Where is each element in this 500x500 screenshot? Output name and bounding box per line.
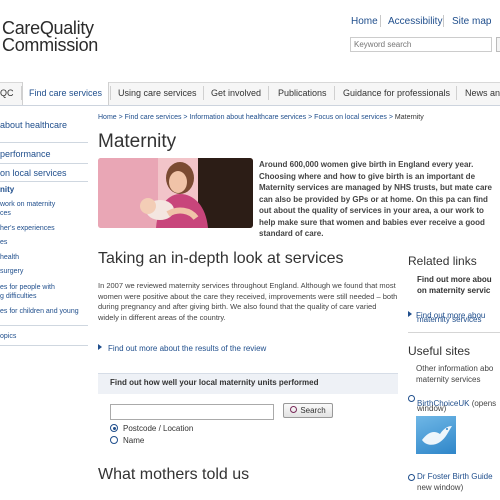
nav-item-publications[interactable]: Publications: [278, 82, 327, 104]
breadcrumb-find-care-services[interactable]: Find care services: [125, 114, 182, 121]
nav-divider: [334, 86, 335, 100]
maternity-units-search-input[interactable]: [110, 404, 274, 420]
mother-baby-photo: [98, 158, 253, 228]
sidebar-heading[interactable]: about healthcare: [0, 120, 67, 130]
sidebar-item-people-with[interactable]: es for people with: [0, 283, 55, 292]
search-button-label: Search: [300, 406, 326, 415]
external-link-icon: [408, 395, 415, 402]
bird-icon: [422, 426, 452, 445]
sidebar-divider: [0, 345, 88, 346]
external-link-icon: [408, 474, 415, 481]
accessibility-link[interactable]: Accessibility: [388, 16, 442, 27]
sidebar-item-services[interactable]: ces: [0, 209, 11, 218]
nav-item-get-involved[interactable]: Get involved: [211, 82, 261, 104]
utility-divider: [380, 15, 381, 27]
search-icon: [290, 406, 298, 413]
breadcrumb-focus-local-services[interactable]: Focus on local services: [314, 114, 387, 121]
home-link[interactable]: Home: [351, 16, 378, 27]
related-bold-line-2: on maternity servic: [417, 286, 491, 295]
breadcrumb: Home > Find care services > Information …: [98, 114, 424, 121]
radio-name[interactable]: [110, 436, 118, 444]
radio-selected-dot: [112, 426, 116, 430]
birthchoice-logo[interactable]: [416, 416, 456, 454]
arrow-right-icon: [98, 344, 102, 350]
nav-divider: [110, 86, 111, 100]
radio-postcode-label: Postcode / Location: [123, 424, 194, 433]
useful-text-line-2: maternity services: [416, 375, 481, 384]
related-links-heading: Related links: [408, 254, 477, 268]
useful-text-line-1: Other information abo: [416, 364, 494, 373]
sidebar-item-children-and-young[interactable]: es for children and young: [0, 307, 79, 316]
birthchoiceuk-line-2: window): [417, 404, 447, 413]
useful-sites-heading: Useful sites: [408, 344, 471, 358]
find-units-title: Find out how well your local maternity u…: [110, 378, 319, 387]
review-results-link-label: Find out more about the results of the r…: [108, 344, 267, 353]
dr-foster-birth-guide-link[interactable]: Dr Foster Birth Guide: [417, 472, 493, 483]
nav-divider: [456, 86, 457, 100]
logo-line-2[interactable]: Commission: [2, 35, 98, 56]
section-heading-in-depth: Taking an in-depth look at services: [98, 250, 344, 267]
nav-item-using-care-services[interactable]: Using care services: [118, 82, 197, 104]
dr-foster-line-2: new window): [417, 483, 464, 492]
arrow-right-icon: [408, 311, 412, 317]
keyword-search-input[interactable]: [350, 37, 492, 52]
sidebar-item-mothers-experiences[interactable]: her's experiences: [0, 224, 55, 233]
nav-item-find-care-services[interactable]: Find care services: [29, 82, 102, 104]
photo-illustration: [98, 158, 253, 228]
related-link-line-2[interactable]: maternity services: [417, 315, 481, 326]
review-results-link[interactable]: Find out more about the results of the r…: [98, 344, 266, 353]
section-paragraph-review: In 2007 we reviewed maternity services t…: [98, 281, 398, 323]
sidebar-item-difficulties[interactable]: g difficulties: [0, 292, 36, 301]
birthchoiceuk-suffix: (opens: [469, 399, 497, 408]
site-map-link[interactable]: Site map: [452, 16, 491, 27]
nav-item-cqc[interactable]: QC: [0, 82, 14, 104]
breadcrumb-information-healthcare[interactable]: Information about healthcare services: [189, 114, 306, 121]
sidebar-item-es[interactable]: es: [0, 238, 7, 247]
nav-item-guidance-for-professionals[interactable]: Guidance for professionals: [343, 82, 450, 104]
sidebar-divider: [0, 181, 88, 182]
sidebar-item-local-services[interactable]: on local services: [0, 168, 67, 178]
sidebar-item-topics[interactable]: opics: [0, 332, 16, 341]
intro-text: Around 600,000 women give birth in Engla…: [259, 160, 492, 238]
nav-divider: [21, 86, 22, 100]
sidebar-item-health[interactable]: health: [0, 253, 19, 262]
sidebar-divider: [0, 142, 88, 143]
sidebar-item-performance[interactable]: performance: [0, 149, 51, 159]
section-heading-mothers: What mothers told us: [98, 466, 250, 483]
sidebar-item-surgery[interactable]: surgery: [0, 267, 23, 276]
sidebar-item-work-on-maternity[interactable]: work on maternity: [0, 200, 55, 209]
search-go-button[interactable]: [496, 37, 500, 52]
breadcrumb-current: Maternity: [394, 114, 424, 121]
nav-divider: [268, 86, 269, 100]
related-bold-line-1: Find out more abou: [417, 275, 492, 284]
breadcrumb-home[interactable]: Home: [98, 114, 117, 121]
nav-item-news[interactable]: News and: [465, 82, 500, 104]
right-divider: [408, 332, 500, 333]
radio-name-label: Name: [123, 436, 145, 445]
radio-postcode[interactable]: [110, 424, 118, 432]
search-button[interactable]: Search: [283, 403, 333, 418]
sidebar-item-maternity[interactable]: nity: [0, 185, 14, 194]
utility-divider: [443, 15, 444, 27]
nav-divider: [203, 86, 204, 100]
sidebar-divider: [0, 325, 88, 326]
page-title: Maternity: [98, 131, 177, 152]
sidebar-divider: [0, 163, 88, 164]
